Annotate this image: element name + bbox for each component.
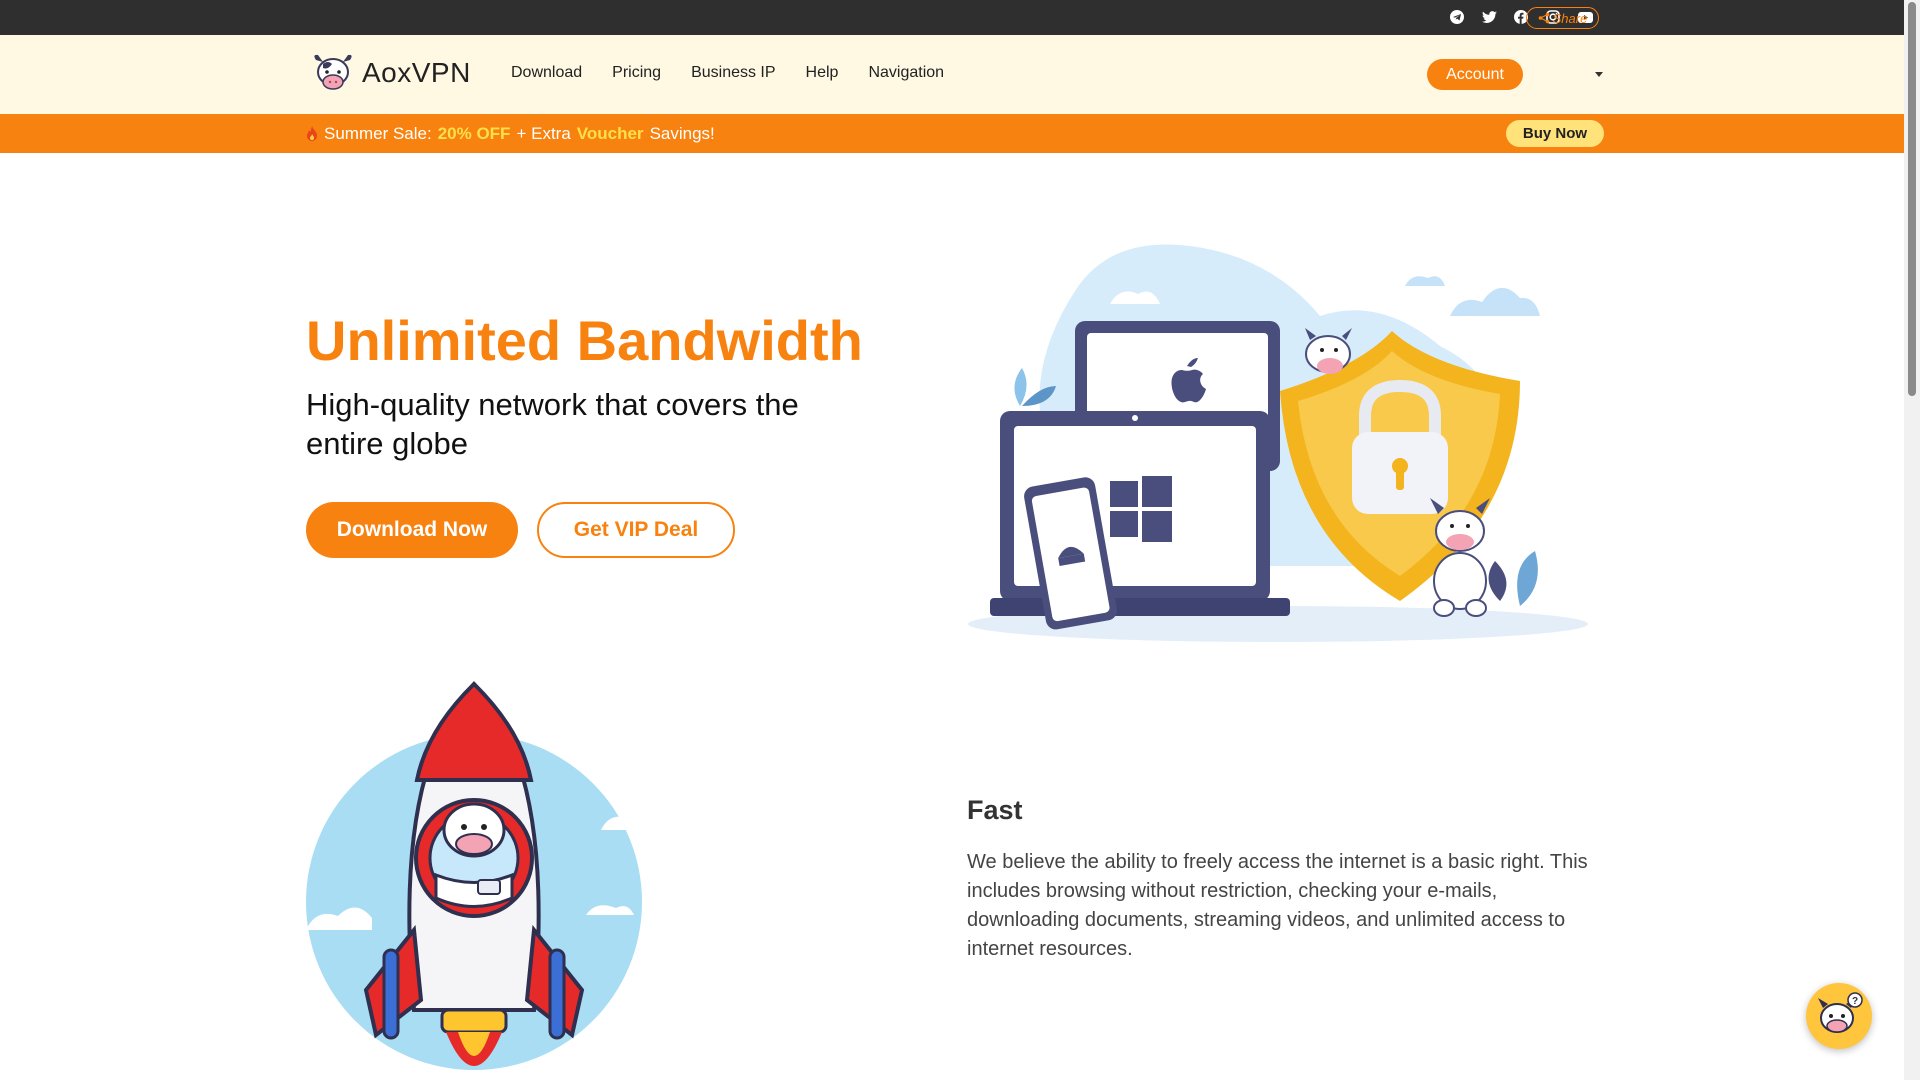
nav-link-help[interactable]: Help (806, 64, 839, 82)
page-scrollbar[interactable] (1904, 0, 1920, 1080)
fire-icon (307, 126, 317, 141)
svg-text:?: ? (1852, 996, 1858, 1007)
promo-text[interactable]: Summer Sale: 20% OFF + Extra Voucher Sav… (306, 124, 715, 144)
feature-title: Fast (967, 795, 1023, 825)
cow-help-icon: ? (1818, 992, 1863, 1033)
hero-devices-shield-illustration (968, 244, 1588, 642)
buy-now-button[interactable]: Buy Now (1506, 120, 1604, 147)
download-now-button[interactable]: Download Now (306, 502, 518, 558)
telegram-icon[interactable] (1448, 8, 1466, 26)
brand-name: AoxVPN (362, 57, 471, 88)
promo-prefix: Summer Sale: (324, 124, 432, 143)
nav-links: Download Pricing Business IP Help Naviga… (511, 64, 944, 82)
brand-logo[interactable]: AoxVPN (310, 50, 471, 96)
share-label: Share (1552, 10, 1588, 26)
share-button[interactable]: Share (1526, 7, 1599, 29)
promo-discount: 20% OFF (437, 124, 511, 143)
feature-description: We believe the ability to freely access … (967, 851, 1588, 960)
nav-link-business-ip[interactable]: Business IP (691, 64, 775, 82)
top-social-bar: Share (0, 0, 1904, 35)
promo-mid: + Extra (516, 124, 571, 143)
twitter-icon[interactable] (1480, 8, 1498, 26)
help-chat-bubble[interactable]: ? (1806, 983, 1872, 1049)
main-navbar: AoxVPN Download Pricing Business IP Help… (0, 35, 1904, 114)
nav-link-pricing[interactable]: Pricing (612, 64, 661, 82)
promo-suffix: Savings! (649, 124, 715, 143)
account-button[interactable]: Account (1427, 59, 1523, 90)
get-vip-deal-button[interactable]: Get VIP Deal (537, 502, 735, 558)
share-icon (1538, 12, 1549, 24)
promo-banner: Summer Sale: 20% OFF + Extra Voucher Sav… (0, 114, 1904, 153)
hero-title: Unlimited Bandwidth (306, 309, 863, 372)
language-dropdown-caret-icon[interactable] (1595, 72, 1603, 77)
promo-voucher: Voucher (576, 124, 644, 143)
rocket-cow-illustration (306, 681, 646, 1070)
cow-logo-icon (314, 54, 352, 90)
scrollbar-thumb[interactable] (1908, 2, 1916, 396)
nav-link-navigation[interactable]: Navigation (868, 64, 944, 82)
hero-subtitle: High-quality network that covers the ent… (306, 387, 799, 461)
nav-link-download[interactable]: Download (511, 64, 582, 82)
